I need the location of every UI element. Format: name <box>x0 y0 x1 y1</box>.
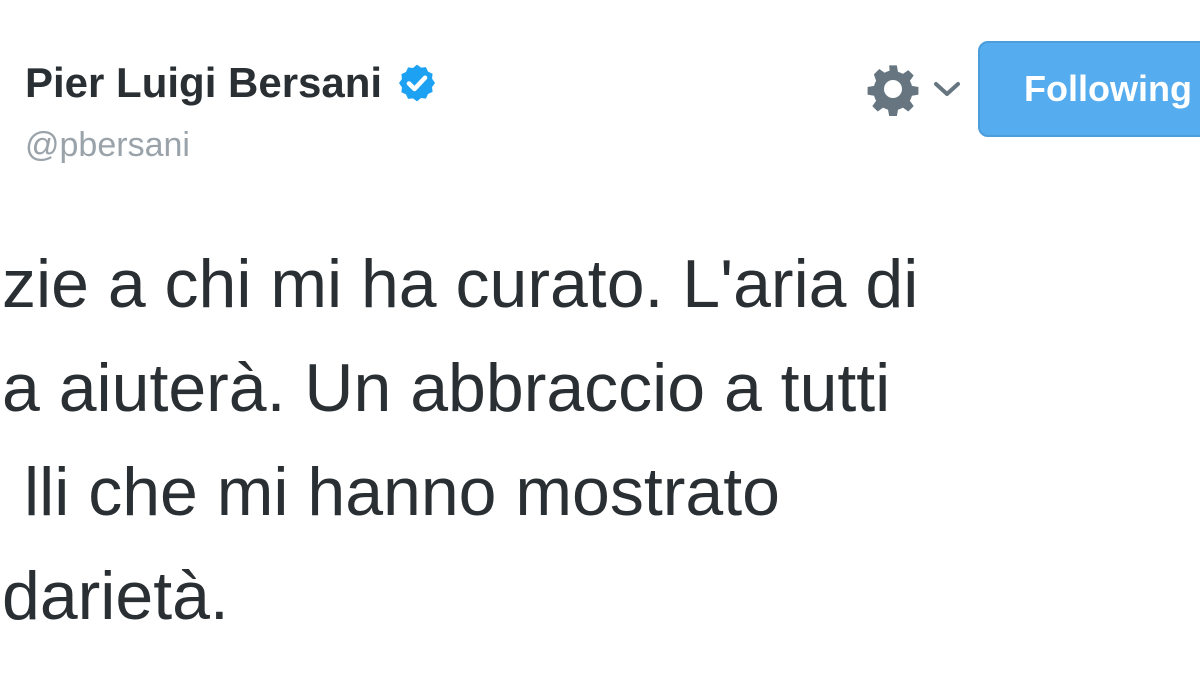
tweet-header: Pier Luigi Bersani @pbersani Following <box>0 0 1200 190</box>
tweet-line-4: darietà. <box>2 558 229 634</box>
tweet-line-1: zie a chi mi ha curato. L'aria di <box>2 246 919 322</box>
tweet-line-3: lli che mi hanno mostrato <box>24 454 780 530</box>
tweet-line-2: a aiuterà. Un abbraccio a tutti <box>2 350 891 426</box>
chevron-down-icon[interactable] <box>930 76 964 102</box>
verified-badge-icon <box>396 62 438 104</box>
gear-icon[interactable] <box>864 62 922 116</box>
tweet-page: Pier Luigi Bersani @pbersani Following z… <box>0 0 1200 675</box>
author-name-row: Pier Luigi Bersani <box>25 62 438 104</box>
author-handle[interactable]: @pbersani <box>25 128 190 162</box>
following-button[interactable]: Following <box>978 41 1200 137</box>
author-display-name[interactable]: Pier Luigi Bersani <box>25 62 382 104</box>
tweet-text: zie a chi mi ha curato. L'aria di a aiut… <box>0 232 1200 648</box>
